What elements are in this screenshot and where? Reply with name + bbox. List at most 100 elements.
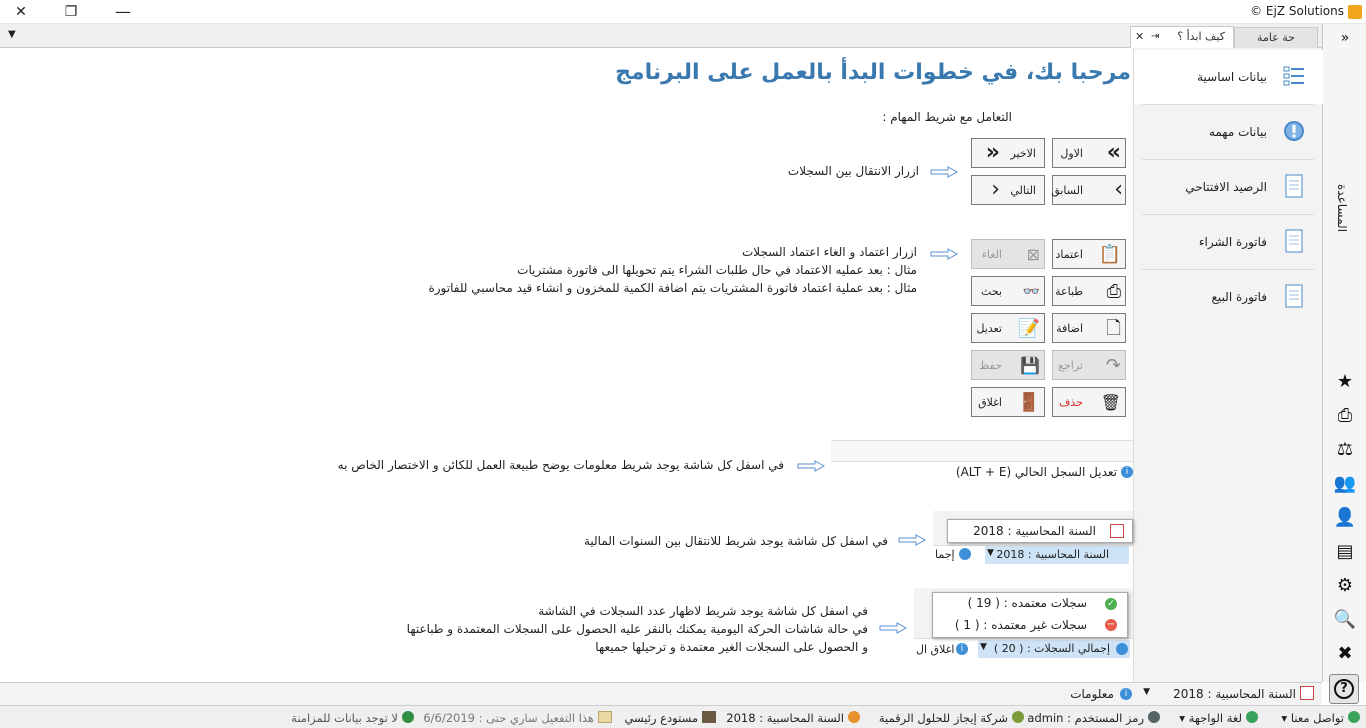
user-icon xyxy=(1148,711,1160,723)
button-label: تعديل xyxy=(976,322,1002,335)
info-strip-text: تعديل السجل الحالي (ALT + E) xyxy=(955,465,1117,479)
spellcheck-icon: 👓 xyxy=(1022,284,1040,300)
approved-check-icon: ✓ xyxy=(1105,598,1117,610)
year-selector-label: السنة المحاسبية : 2018 xyxy=(996,548,1109,561)
close-window-icon[interactable]: ✕ xyxy=(10,2,32,22)
records-selector[interactable]: إجمالي السجلات : ( 20 ) ▼ xyxy=(978,640,1130,658)
nav-item-basic-data[interactable]: بيانات اساسية xyxy=(1134,50,1323,104)
star-icon[interactable]: ★ xyxy=(1333,370,1357,394)
title-bar: ✕ ❐ — © EjZ Solutions xyxy=(0,0,1366,24)
nav-item-important-data[interactable]: بيانات مهمه xyxy=(1134,105,1323,159)
currency-icon xyxy=(848,711,860,723)
tab-general[interactable]: حة عامة xyxy=(1234,27,1318,48)
main-content: مرحبا بك، في خطوات البدأ بالعمل على البر… xyxy=(0,48,1133,682)
nav-item-purchase-invoice[interactable]: فاتورة الشراء xyxy=(1134,215,1323,269)
activation-notice: هذا التفعيل ساري حتى : 6/6/2019 xyxy=(423,711,594,725)
search-doc-icon[interactable]: 🔍 xyxy=(1333,608,1357,632)
language-menu[interactable]: لغة الواجهة ▾ xyxy=(1179,711,1242,725)
delete-button[interactable]: حذف 🗑 xyxy=(1052,387,1126,417)
chevron-right-icon: › xyxy=(1114,177,1123,202)
search-button[interactable]: بحث 👓 xyxy=(971,276,1045,306)
tab-close-icon[interactable]: ✕ xyxy=(1135,27,1144,46)
right-rail: » المساعدة ★ ⎙ ⚖ 👥 👤 ▤ ⚙ 🔍 ✖ ? xyxy=(1322,24,1366,704)
nav-item-label: فاتورة البيع xyxy=(1211,290,1267,304)
tab-how-to-start-label: كيف ابدأ ؟ xyxy=(1177,30,1225,43)
save-button[interactable]: حفظ 💾 xyxy=(971,350,1045,380)
next-record-button[interactable]: التالي ‹ xyxy=(971,175,1045,205)
nav-item-label: الرصيد الافتتاحي xyxy=(1185,180,1267,194)
warehouse-icon xyxy=(702,711,716,723)
minimize-window-icon[interactable]: — xyxy=(112,2,134,22)
certificate-icon xyxy=(598,711,612,723)
contact-us-menu[interactable]: تواصل معنا ▾ xyxy=(1281,711,1344,725)
company-name: شركة إيجاز للحلول الرقمية xyxy=(878,711,1008,725)
nav-item-label: بيانات مهمه xyxy=(1208,125,1267,139)
edit-doc-icon: 📝 xyxy=(1017,318,1040,339)
chevron-down-icon[interactable]: ▼ xyxy=(1143,687,1150,697)
scales-icon[interactable]: ⚖ xyxy=(1333,438,1357,462)
tools-icon[interactable]: ✖ xyxy=(1333,642,1357,666)
tab-how-to-start[interactable]: ✕ ⇥ كيف ابدأ ؟ xyxy=(1130,26,1234,48)
chevron-down-icon: ▼ xyxy=(987,548,994,558)
calendar-icon xyxy=(1110,524,1124,538)
info-icon: i xyxy=(1121,466,1133,478)
collapse-chevron-icon[interactable]: » xyxy=(1333,26,1357,50)
print-button[interactable]: طباعة ⎙ xyxy=(1052,276,1126,306)
records-desc-2: في حالة شاشات الحركة اليومية يمكنك بالنق… xyxy=(406,622,868,636)
undo-button[interactable]: تراجع ↷ xyxy=(1052,350,1126,380)
door-exit-icon: 🚪 xyxy=(1017,392,1040,413)
tab-strip: ▼ حة عامة ✕ ⇥ كيف ابدأ ؟ xyxy=(0,24,1322,48)
nav-item-sales-invoice[interactable]: فاتورة البيع xyxy=(1134,270,1323,324)
document-icon xyxy=(1285,284,1303,308)
cancel-approval-button[interactable]: الغاء ⊠ xyxy=(971,239,1045,269)
previous-record-button[interactable]: السابق › xyxy=(1051,175,1126,205)
restore-window-icon[interactable]: ❐ xyxy=(60,2,82,22)
cancel-doc-icon: ⊠ xyxy=(1026,245,1040,264)
first-record-button[interactable]: الاول » xyxy=(1052,138,1126,168)
people-icon[interactable]: 👥 xyxy=(1333,472,1357,496)
info-icon: i xyxy=(1120,688,1132,700)
printer-icon: ⎙ xyxy=(1106,281,1121,302)
tab-pin-icon[interactable]: ⇥ xyxy=(1151,27,1159,46)
total-cut-label: إجما xyxy=(935,548,955,561)
approve-example-1: مثال : بعد عمليه الاعتماد في حال طلبات ا… xyxy=(517,263,917,277)
person-icon[interactable]: 👤 xyxy=(1333,506,1357,530)
nav-item-opening-balance[interactable]: الرصيد الافتتاحي xyxy=(1134,160,1323,214)
add-button[interactable]: اضافة 🗋 xyxy=(1052,313,1126,343)
calendar-icon xyxy=(1300,686,1314,700)
year-popup-item[interactable]: السنة المحاسبية : 2018 xyxy=(973,524,1096,538)
chevron-down-icon: ▼ xyxy=(980,642,987,652)
printer-stack-icon[interactable]: ⎙ xyxy=(1333,404,1357,428)
pointer-arrow-icon xyxy=(930,166,958,178)
button-label: تراجع xyxy=(1058,359,1083,372)
records-desc-3: و الحصول على السجلات الغير معتمدة و ترحي… xyxy=(595,640,868,654)
register-icon[interactable]: ▤ xyxy=(1333,540,1357,564)
button-label: حفظ xyxy=(979,359,1002,372)
infobar-year-selector[interactable]: السنة المحاسبية : 2018 xyxy=(1173,687,1296,701)
section-taskbar-label: التعامل مع شريط المهام : xyxy=(882,110,1012,124)
records-popup[interactable]: ✓ سجلات معتمده : ( 19 ) − سجلات غير معتم… xyxy=(932,592,1128,638)
edit-button[interactable]: تعديل 📝 xyxy=(971,313,1045,343)
year-selector[interactable]: السنة المحاسبية : 2018 ▼ xyxy=(985,546,1129,564)
info-icon: i xyxy=(956,643,968,655)
records-desc-1: في اسفل كل شاشة يوجد شريط لاظهار عدد الس… xyxy=(538,604,868,618)
gear-icon[interactable]: ⚙ xyxy=(1333,574,1357,598)
help-icon[interactable]: ? xyxy=(1329,674,1359,704)
button-label: الاخير xyxy=(1010,147,1036,160)
approve-button[interactable]: اعتماد 📋 xyxy=(1052,239,1126,269)
double-chevron-right-icon: » xyxy=(1106,140,1121,165)
pointer-arrow-icon xyxy=(930,248,958,260)
last-record-button[interactable]: الاخير « xyxy=(971,138,1045,168)
year-popup[interactable]: السنة المحاسبية : 2018 xyxy=(947,519,1133,543)
approved-records-item[interactable]: سجلات معتمده : ( 19 ) xyxy=(968,596,1087,610)
nav-panel: بيانات اساسية بيانات مهمه الرصيد الافتتا… xyxy=(1133,48,1323,682)
help-panel-label[interactable]: المساعدة xyxy=(1335,184,1349,232)
unapproved-records-item[interactable]: سجلات غير معتمده : ( 1 ) xyxy=(955,618,1087,632)
tab-dropdown-icon[interactable]: ▼ xyxy=(8,29,16,40)
info-strip-sample: تعديل السجل الحالي (ALT + E) i xyxy=(831,440,1133,485)
app-title: © EjZ Solutions xyxy=(1250,4,1344,18)
info-icon xyxy=(1284,121,1304,141)
check-icon xyxy=(1116,643,1128,655)
clipboard-check-icon: 📋 xyxy=(1098,244,1121,265)
close-button[interactable]: اغلاق 🚪 xyxy=(971,387,1045,417)
